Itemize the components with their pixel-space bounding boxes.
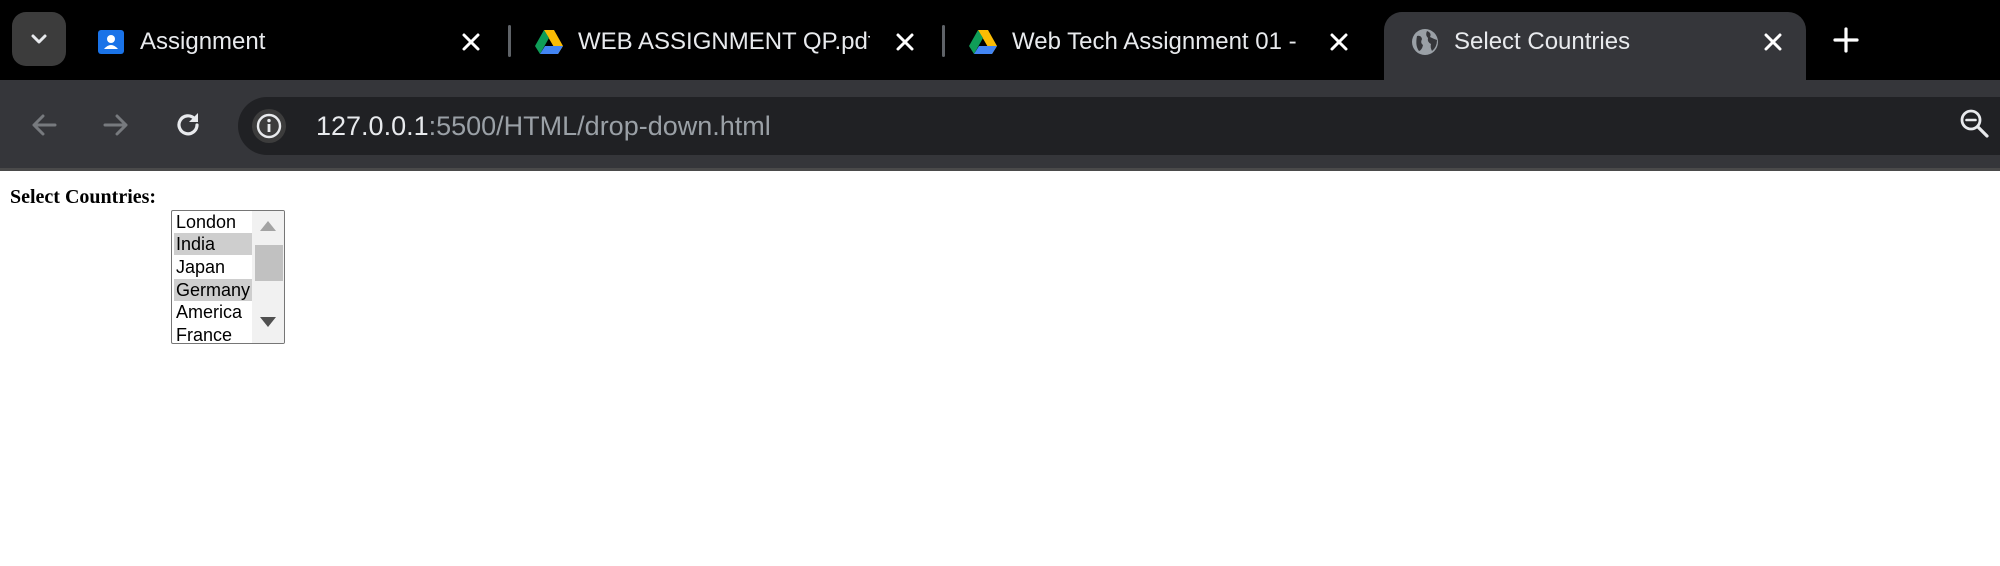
close-icon[interactable] <box>887 24 923 60</box>
tab-strip: Assignment WEB ASSIGNMENT QP.pdf - Web T… <box>0 0 2000 80</box>
toolbar-divider <box>0 168 2000 171</box>
google-classroom-icon <box>96 27 126 57</box>
browser-toolbar: 127.0.0.1:5500/HTML/drop-down.html <box>0 80 2000 170</box>
tab-title: Select Countries <box>1454 28 1631 55</box>
reload-button[interactable] <box>166 103 210 147</box>
close-icon[interactable] <box>1321 24 1357 60</box>
tab-title: Assignment <box>140 28 266 55</box>
google-drive-icon <box>968 27 998 57</box>
google-drive-icon <box>534 27 564 57</box>
url-text: 127.0.0.1:5500/HTML/drop-down.html <box>316 109 771 143</box>
zoom-out-icon <box>1960 109 1989 138</box>
chevron-down-icon <box>31 34 47 44</box>
reload-icon <box>177 113 199 136</box>
forward-button[interactable] <box>94 103 138 147</box>
site-info-button[interactable] <box>252 109 286 143</box>
page-content: Select Countries: London India Japan Ger… <box>0 172 2000 566</box>
address-bar[interactable]: 127.0.0.1:5500/HTML/drop-down.html <box>238 97 2000 155</box>
tab-title: Web Tech Assignment 01 - ( <box>1012 28 1304 55</box>
option-india[interactable]: India <box>174 233 252 255</box>
tab-search-button[interactable] <box>12 12 66 66</box>
zoom-button[interactable] <box>1954 103 1994 143</box>
tab-select-countries[interactable]: Select Countries <box>1384 12 1806 80</box>
scrollbar-thumb[interactable] <box>255 245 283 281</box>
tab-assignment[interactable]: Assignment <box>70 12 504 80</box>
arrow-right-icon <box>103 114 128 136</box>
countries-listbox[interactable]: London India Japan Germany America Franc… <box>171 210 285 344</box>
info-icon <box>256 113 282 139</box>
arrow-left-icon <box>32 114 57 136</box>
option-japan[interactable]: Japan <box>174 256 252 278</box>
listbox-scrollbar[interactable] <box>252 211 284 343</box>
globe-icon <box>1410 27 1440 57</box>
tab-web-assignment-qp[interactable]: WEB ASSIGNMENT QP.pdf - <box>508 12 942 80</box>
tab-title: WEB ASSIGNMENT QP.pdf - <box>578 28 870 55</box>
close-icon[interactable] <box>1755 24 1791 60</box>
scroll-up-arrow-icon[interactable] <box>260 221 276 231</box>
url-path: :5500/HTML/drop-down.html <box>428 111 771 141</box>
option-london[interactable]: London <box>174 211 252 233</box>
url-host: 127.0.0.1 <box>316 111 429 141</box>
tab-web-tech-assignment-01[interactable]: Web Tech Assignment 01 - ( <box>942 12 1376 80</box>
option-america[interactable]: America <box>174 301 252 323</box>
close-icon[interactable] <box>453 24 489 60</box>
scroll-down-arrow-icon[interactable] <box>260 317 276 327</box>
back-button[interactable] <box>22 103 66 147</box>
new-tab-button[interactable] <box>1826 20 1866 60</box>
plus-icon <box>1833 27 1859 53</box>
option-germany[interactable]: Germany <box>174 279 252 301</box>
countries-label: Select Countries: <box>10 186 157 208</box>
option-france[interactable]: France <box>174 324 252 343</box>
